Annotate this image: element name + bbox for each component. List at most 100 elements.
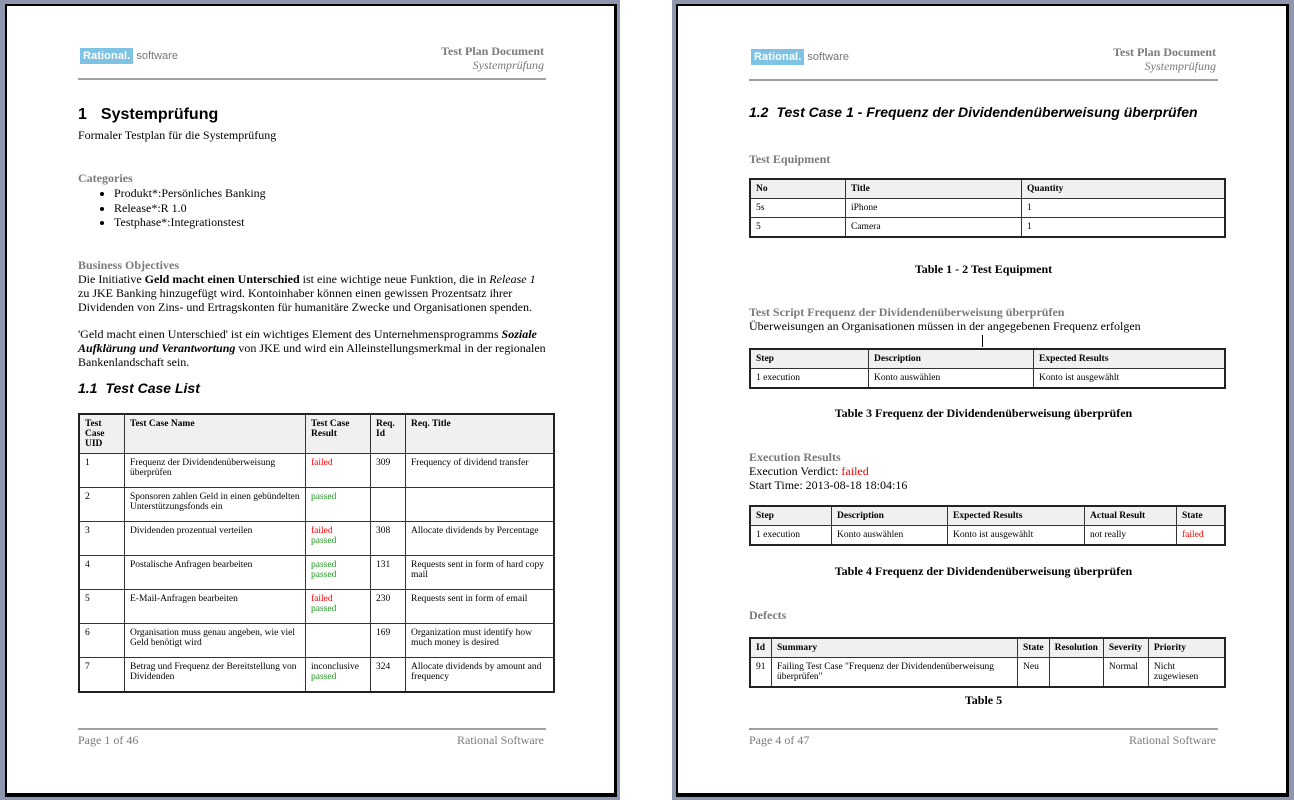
- logo-brand: Rational.: [751, 49, 805, 65]
- column-header: State: [1176, 505, 1226, 526]
- logo-product: software: [136, 50, 178, 62]
- column-header: Test Case Result: [305, 413, 371, 454]
- cell: 1 execution: [749, 525, 832, 546]
- text: zu JKE Banking hinzugefügt wird. Kontoin…: [78, 286, 532, 314]
- column-header: Step: [749, 348, 869, 369]
- column-header: Description: [831, 505, 948, 526]
- page-number: Page 1 of 46: [78, 733, 139, 747]
- req-id: 131: [370, 555, 406, 590]
- test-case-list-table: Test Case UID Test Case Name Test Case R…: [78, 413, 555, 693]
- text-cursor: [982, 335, 983, 347]
- table-row: 6 Organisation muss genau angeben, wie vi…: [78, 623, 555, 658]
- table-row: 4 Postalische Anfragen bearbeiten passed pa…: [78, 555, 555, 590]
- column-header: Test Case UID: [78, 413, 125, 454]
- initiative-name: Geld macht einen Unterschied: [144, 272, 300, 286]
- test-case-uid: 5: [78, 589, 125, 624]
- footer-company: Rational Software: [1129, 733, 1216, 747]
- test-equipment-table: No Title Quantity 5s iPhone 1 5 Camera 1: [749, 178, 1226, 238]
- intro-text: Formaler Testplan für die Systemprüfung: [78, 128, 277, 142]
- heading-title: Systemprüfung: [100, 106, 219, 123]
- req-title: Organization must identify how much mone…: [405, 623, 555, 658]
- column-header: Title: [845, 178, 1022, 199]
- req-id: 308: [370, 521, 406, 556]
- req-id: 324: [370, 657, 406, 692]
- business-objectives-p1: Die Initiative Geld macht einen Untersch…: [78, 272, 546, 314]
- result-status: passed: [311, 672, 337, 682]
- table-row: 2 Sponsoren zahlen Geld in einen gebündel…: [78, 487, 555, 522]
- test-script-table: Step Description Expected Results 1 exec…: [749, 348, 1226, 389]
- section-heading: 1 Systemprüfung: [78, 106, 218, 124]
- text: ist eine wichtige neue Funktion, die in: [299, 272, 490, 286]
- header-title: Test Plan Document: [441, 44, 544, 58]
- cell: iPhone: [845, 198, 1022, 218]
- table-header-row: No Title Quantity: [749, 178, 1226, 199]
- test-case-name: Sponsoren zahlen Geld in einen gebündelt…: [124, 487, 306, 522]
- cell: not really: [1084, 525, 1177, 546]
- footer-company: Rational Software: [457, 733, 544, 747]
- table-header-row: Test Case UID Test Case Name Test Case R…: [78, 413, 555, 454]
- req-title: Allocate dividends by amount and frequen…: [405, 657, 555, 692]
- table-row: 1 execution Konto auswählen Konto ist au…: [749, 525, 1226, 546]
- column-header: Summary: [771, 637, 1018, 658]
- result-status: passed: [311, 492, 337, 502]
- text: Die Initiative: [78, 272, 145, 286]
- test-case-list-body: 1 Frequenz der Dividendenüberweisung über…: [78, 453, 555, 692]
- test-case-uid: 3: [78, 521, 125, 556]
- column-header: Step: [749, 505, 832, 526]
- page-frame-1: Rational. software Test Plan Document Sy…: [0, 0, 620, 800]
- category-item: Release*:R 1.0: [114, 201, 546, 216]
- test-equipment-label: Test Equipment: [749, 152, 831, 166]
- test-case-uid: 2: [78, 487, 125, 522]
- column-header: Actual Result: [1084, 505, 1177, 526]
- document-page-1: Rational. software Test Plan Document Sy…: [5, 4, 617, 797]
- business-objectives-p2: 'Geld macht einen Unterschied' ist ein w…: [78, 327, 546, 369]
- page-footer: Page 4 of 47 Rational Software: [749, 728, 1218, 747]
- verdict-value: failed: [841, 464, 869, 478]
- test-case-uid: 4: [78, 555, 125, 590]
- heading-title: Test Case List: [105, 380, 200, 396]
- table-row: 3 Dividenden prozentual verteilen failed pa…: [78, 521, 555, 556]
- category-item: Testphase*:Integrationstest: [114, 215, 546, 230]
- rational-logo: Rational. software: [80, 48, 178, 64]
- test-case-name: Organisation muss genau angeben, wie vie…: [124, 623, 306, 658]
- result-status: passed: [311, 604, 337, 614]
- table-row: 91 Failing Test Case "Frequenz der Divid…: [749, 657, 1226, 688]
- cell: 5s: [749, 198, 846, 218]
- state-cell: failed: [1176, 525, 1226, 546]
- column-header: Id: [749, 637, 772, 658]
- document-page-2: Rational. software Test Plan Document Sy…: [676, 4, 1289, 797]
- column-header: Quantity: [1021, 178, 1226, 199]
- table-caption: Table 5: [964, 693, 1003, 707]
- cell: 5: [749, 217, 846, 238]
- execution-verdict: Execution Verdict: failed: [749, 464, 1218, 478]
- cell: Konto ist ausgewählt: [947, 525, 1085, 546]
- table-header-row: Id Summary State Resolution Severity Pri…: [749, 637, 1226, 658]
- req-title: Frequency of dividend transfer: [405, 453, 555, 488]
- categories-label: Categories: [78, 171, 133, 185]
- test-case-result: inconclusive passed: [305, 657, 371, 692]
- test-case-name: Frequenz der Dividendenüberweisung überp…: [124, 453, 306, 488]
- page-header: Rational. software Test Plan Document Sy…: [78, 40, 546, 80]
- test-case-name: E-Mail-Anfragen bearbeiten: [124, 589, 306, 624]
- result-status: failed: [311, 526, 333, 536]
- cell: 1: [1021, 198, 1226, 218]
- cell: Konto auswählen: [831, 525, 948, 546]
- req-title: Requests sent in form of hard copy mail: [405, 555, 555, 590]
- category-item: Produkt*:Persönliches Banking: [114, 186, 546, 201]
- verdict-label: Execution Verdict:: [749, 464, 842, 478]
- column-header: State: [1017, 637, 1050, 658]
- column-header: Priority: [1147, 637, 1226, 658]
- column-header: Resolution: [1048, 637, 1104, 658]
- start-time: Start Time: 2013-08-18 18:04:16: [749, 478, 908, 492]
- test-case-uid: 7: [78, 657, 125, 692]
- test-script-description: Überweisungen an Organisationen müssen i…: [749, 319, 1141, 333]
- page-number: Page 4 of 47: [749, 733, 810, 747]
- page-header: Rational. software Test Plan Document Sy…: [749, 41, 1218, 81]
- page-footer: Page 1 of 46 Rational Software: [78, 728, 546, 747]
- text: 'Geld macht einen Unterschied' ist ein w…: [78, 327, 502, 341]
- column-header: Description: [868, 348, 1034, 369]
- column-header: No: [749, 178, 846, 199]
- heading-number: 1.1: [78, 380, 98, 396]
- release-ref: Release 1: [489, 272, 536, 286]
- table-row: 1 Frequenz der Dividendenüberweisung über…: [78, 453, 555, 488]
